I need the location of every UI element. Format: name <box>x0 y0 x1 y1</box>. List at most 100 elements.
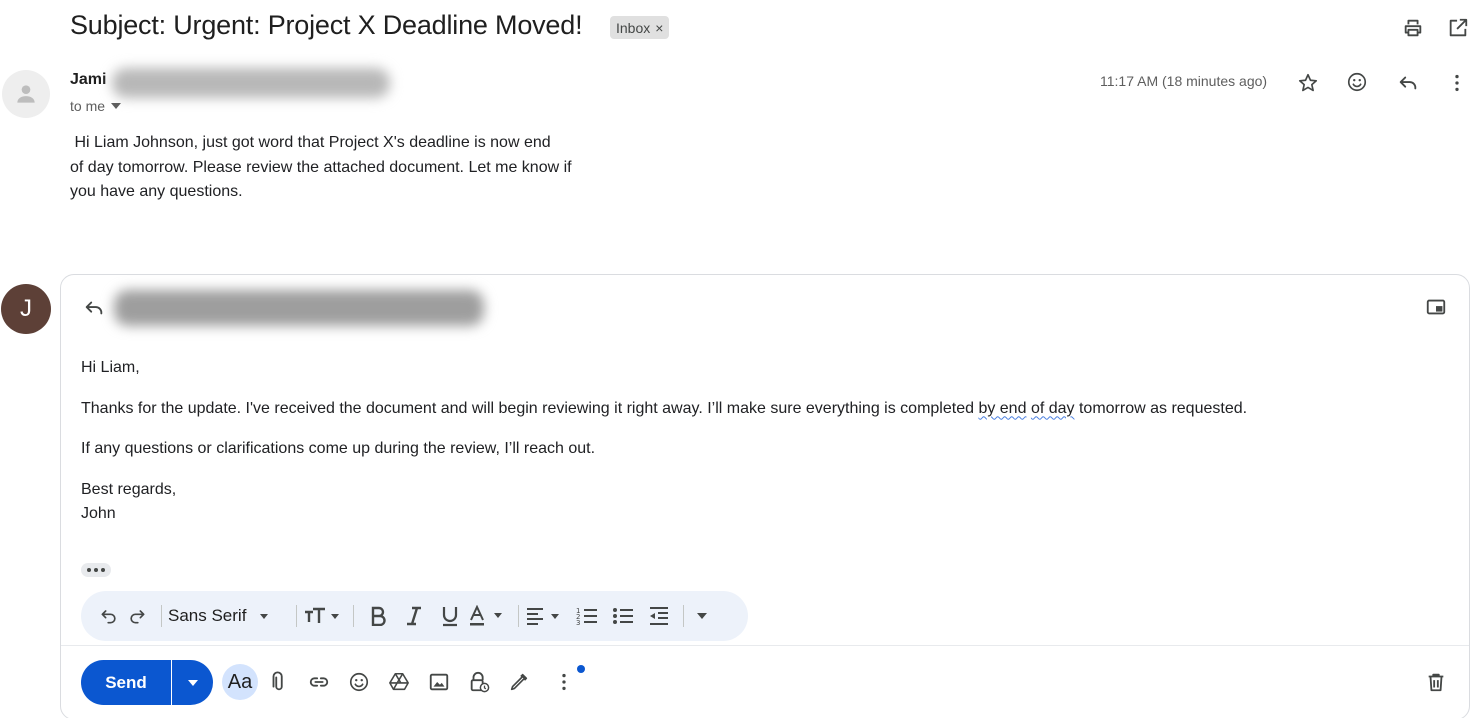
text-size-icon <box>305 607 339 623</box>
bold-button[interactable] <box>360 591 396 641</box>
open-new-window-button[interactable] <box>1444 14 1472 42</box>
italic-icon <box>407 606 421 626</box>
confidential-icon <box>470 671 490 693</box>
reply-button[interactable] <box>1394 69 1422 97</box>
message-timestamp: 11:17 AM (18 minutes ago) <box>1100 73 1268 89</box>
reply-paragraph: If any questions or clarifications come … <box>81 440 596 457</box>
send-button-group: Send <box>81 660 213 705</box>
undo-button[interactable] <box>99 591 127 641</box>
sender-avatar[interactable] <box>2 70 50 118</box>
email-subject: Subject: Urgent: Project X Deadline Move… <box>70 10 583 40</box>
send-button[interactable]: Send <box>81 660 171 705</box>
underline-button[interactable] <box>432 591 468 641</box>
more-vert-icon <box>1455 74 1459 92</box>
undo-icon <box>101 610 116 624</box>
link-icon <box>309 677 329 687</box>
insert-signature-button[interactable] <box>505 668 533 696</box>
message-body: Hi Liam Johnson, just got word that Proj… <box>70 131 590 205</box>
bulleted-list-button[interactable] <box>605 591 641 641</box>
more-formatting-button[interactable] <box>690 591 714 641</box>
trash-icon <box>1428 673 1444 692</box>
align-button[interactable] <box>525 591 569 641</box>
redacted-sender-email <box>112 68 390 98</box>
bulleted-list-icon <box>613 608 633 624</box>
print-button[interactable] <box>1399 14 1427 42</box>
toolbar-separator <box>353 605 354 627</box>
reply-signature-block: Best regards, John <box>81 478 1421 526</box>
new-feature-indicator <box>577 665 585 673</box>
popout-icon <box>1426 299 1446 315</box>
redacted-recipient-field[interactable] <box>114 290 484 326</box>
print-icon <box>1404 19 1422 37</box>
align-icon <box>527 608 559 625</box>
recipient-details-toggle[interactable]: to me <box>70 98 122 114</box>
photo-icon <box>429 673 449 691</box>
message-body-line: of day tomorrow. Please review the attac… <box>70 158 572 176</box>
open-new-window-icon <box>1449 18 1468 37</box>
dot <box>101 568 105 572</box>
bold-icon <box>371 606 386 626</box>
message-body-line: you have any questions. <box>70 183 243 200</box>
reply-signature: John <box>81 504 116 522</box>
toolbar-separator <box>518 605 519 627</box>
star-button[interactable] <box>1294 69 1322 97</box>
show-trimmed-content-button[interactable] <box>81 563 111 577</box>
compose-footer-divider <box>61 645 1469 646</box>
chevron-down-icon <box>187 679 198 686</box>
message-body-line: Hi Liam Johnson, just got word that Proj… <box>70 134 551 151</box>
attach-icon <box>272 671 283 691</box>
redo-button[interactable] <box>127 591 155 641</box>
toolbar-separator <box>161 605 162 627</box>
star-icon <box>1298 73 1318 92</box>
svg-text:3: 3 <box>576 619 580 626</box>
reply-type-button[interactable] <box>80 294 108 322</box>
reply-paragraph: Thanks for the update. I've received the… <box>81 397 1421 421</box>
indent-less-icon <box>650 607 668 625</box>
reply-greeting: Hi Liam, <box>81 359 140 376</box>
drive-icon <box>389 672 409 691</box>
more-vert-icon <box>562 673 566 691</box>
signature-icon <box>510 673 528 691</box>
dot <box>94 568 98 572</box>
indent-less-button[interactable] <box>641 591 677 641</box>
more-options-button[interactable] <box>1443 69 1471 97</box>
inbox-label-chip[interactable]: Inbox × <box>610 16 670 39</box>
insert-drive-file-button[interactable] <box>385 668 413 696</box>
toolbar-separator <box>296 605 297 627</box>
formatting-options-button[interactable]: Aa <box>222 664 258 700</box>
remove-label-button[interactable]: × <box>655 20 663 36</box>
redo-icon <box>130 610 145 624</box>
emoji-icon <box>349 672 369 692</box>
spellcheck-flag[interactable]: of day <box>1031 400 1075 417</box>
schedule-send-button[interactable] <box>172 660 213 705</box>
add-reaction-button[interactable] <box>1343 68 1371 96</box>
text-size-button[interactable] <box>303 591 347 641</box>
attach-files-button[interactable] <box>265 668 293 696</box>
reply-text: tomorrow as requested. <box>1074 399 1248 417</box>
person-icon <box>17 85 35 103</box>
numbered-list-button[interactable]: 123 <box>569 591 605 641</box>
discard-draft-button[interactable] <box>1422 668 1450 696</box>
popout-button[interactable] <box>1422 293 1450 321</box>
confidential-mode-button[interactable] <box>465 668 493 696</box>
chevron-down-icon <box>111 103 122 109</box>
text-color-button[interactable] <box>468 591 512 641</box>
font-family-select[interactable]: Sans Serif <box>168 591 290 641</box>
spellcheck-flag[interactable]: by end <box>978 400 1026 417</box>
reply-signoff: Best regards, <box>81 480 177 498</box>
reply-editor[interactable]: Hi Liam, Thanks for the update. I've rec… <box>81 356 1421 542</box>
reply-text: Thanks for the update. I've received the… <box>81 399 979 417</box>
chevron-down-icon <box>697 613 707 619</box>
insert-photo-button[interactable] <box>425 668 453 696</box>
reply-icon <box>1399 76 1417 90</box>
numbered-list-icon: 123 <box>576 607 597 626</box>
italic-button[interactable] <box>396 591 432 641</box>
more-options-button[interactable] <box>550 668 578 696</box>
insert-emoji-button[interactable] <box>345 668 373 696</box>
user-avatar[interactable]: J <box>1 284 51 334</box>
text-color-icon <box>470 605 502 626</box>
recipient-text: to me <box>70 98 106 114</box>
inbox-label-text: Inbox <box>616 19 651 36</box>
sender-name[interactable]: Jami <box>70 71 106 89</box>
insert-link-button[interactable] <box>305 668 333 696</box>
